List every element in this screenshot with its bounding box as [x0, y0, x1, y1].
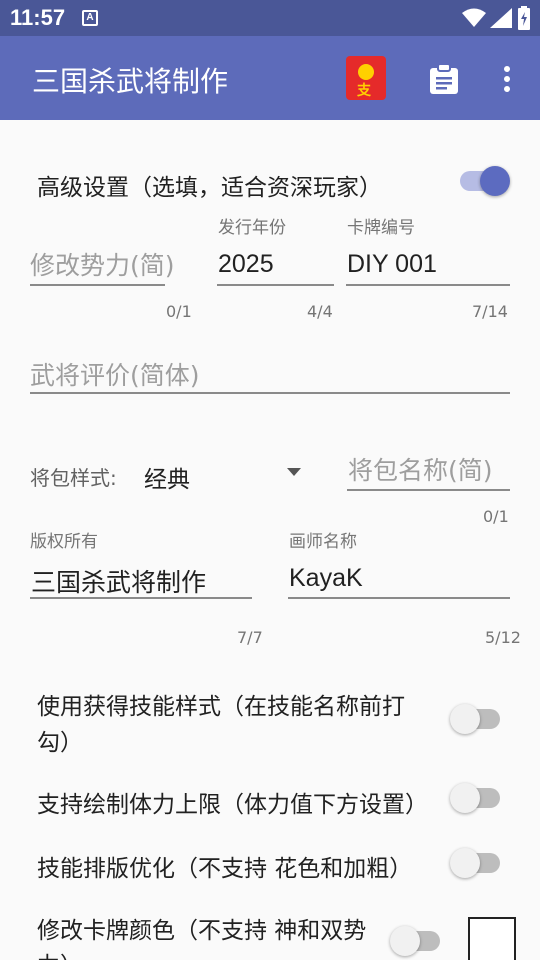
status-time: 11:57: [10, 5, 66, 30]
card-color-swatch[interactable]: [468, 917, 516, 960]
skill-layout-label: 技能排版优化（不支持 花色和加粗）: [37, 856, 413, 882]
card-number-input[interactable]: DIY 001: [347, 250, 437, 279]
red-packet-coin-icon: [358, 64, 374, 80]
notification-a-icon: A: [82, 10, 98, 26]
app-title: 三国杀武将制作: [32, 65, 229, 98]
faction-counter: 0/1: [166, 302, 192, 321]
skill-style-switch[interactable]: [450, 704, 480, 734]
hp-limit-switch[interactable]: [450, 783, 480, 813]
red-packet-button[interactable]: 支: [346, 56, 386, 100]
skill-style-label-line2: 勾）: [37, 730, 83, 756]
copyright-input[interactable]: 三国杀武将制作: [31, 563, 206, 599]
year-counter: 4/4: [307, 302, 333, 321]
evaluation-placeholder[interactable]: 武将评价(简体): [30, 356, 200, 392]
advanced-settings-label: 高级设置（选填，适合资深玩家）: [37, 175, 382, 201]
card-color-label-line2: 力）: [37, 946, 83, 960]
card-number-counter: 7/14: [472, 302, 508, 321]
skill-layout-switch[interactable]: [450, 848, 480, 878]
clipboard-icon[interactable]: [430, 64, 458, 94]
pack-name-placeholder[interactable]: 将包名称(简): [348, 451, 493, 487]
signal-icon: [490, 8, 512, 28]
pack-style-select[interactable]: 经典: [144, 460, 190, 494]
copyright-counter: 7/7: [237, 628, 263, 647]
copyright-field[interactable]: [30, 597, 252, 599]
year-label: 发行年份: [218, 218, 286, 238]
hp-limit-label: 支持绘制体力上限（体力值下方设置）: [37, 792, 428, 818]
red-packet-label: 支: [357, 83, 371, 99]
faction-placeholder[interactable]: 修改势力(简): [30, 246, 175, 282]
card-color-label-line1: 修改卡牌颜色（不支持 神和双势: [37, 918, 367, 944]
copyright-label: 版权所有: [30, 532, 98, 552]
year-field[interactable]: [217, 284, 334, 286]
wifi-icon: [462, 8, 486, 27]
pack-style-label: 将包样式:: [30, 466, 117, 490]
pack-name-counter: 0/1: [483, 507, 509, 526]
status-bar: 11:57 A: [0, 0, 540, 36]
faction-field[interactable]: [30, 284, 165, 286]
advanced-settings-switch[interactable]: [480, 166, 510, 196]
dropdown-arrow-icon[interactable]: [287, 468, 301, 476]
card-number-label: 卡牌编号: [347, 218, 415, 238]
more-options-icon[interactable]: [490, 62, 524, 96]
artist-counter: 5/12: [485, 628, 521, 647]
artist-label: 画师名称: [289, 532, 357, 552]
evaluation-field[interactable]: [30, 392, 510, 394]
card-color-switch[interactable]: [390, 926, 420, 956]
artist-field[interactable]: [288, 597, 510, 599]
app-bar: 三国杀武将制作 支: [0, 36, 540, 120]
skill-style-label-line1: 使用获得技能样式（在技能名称前打: [37, 694, 405, 720]
artist-input[interactable]: KayaK: [289, 564, 363, 593]
year-input[interactable]: 2025: [218, 250, 274, 279]
battery-icon: [518, 6, 530, 30]
pack-name-field[interactable]: [347, 489, 510, 491]
card-number-field[interactable]: [346, 284, 510, 286]
